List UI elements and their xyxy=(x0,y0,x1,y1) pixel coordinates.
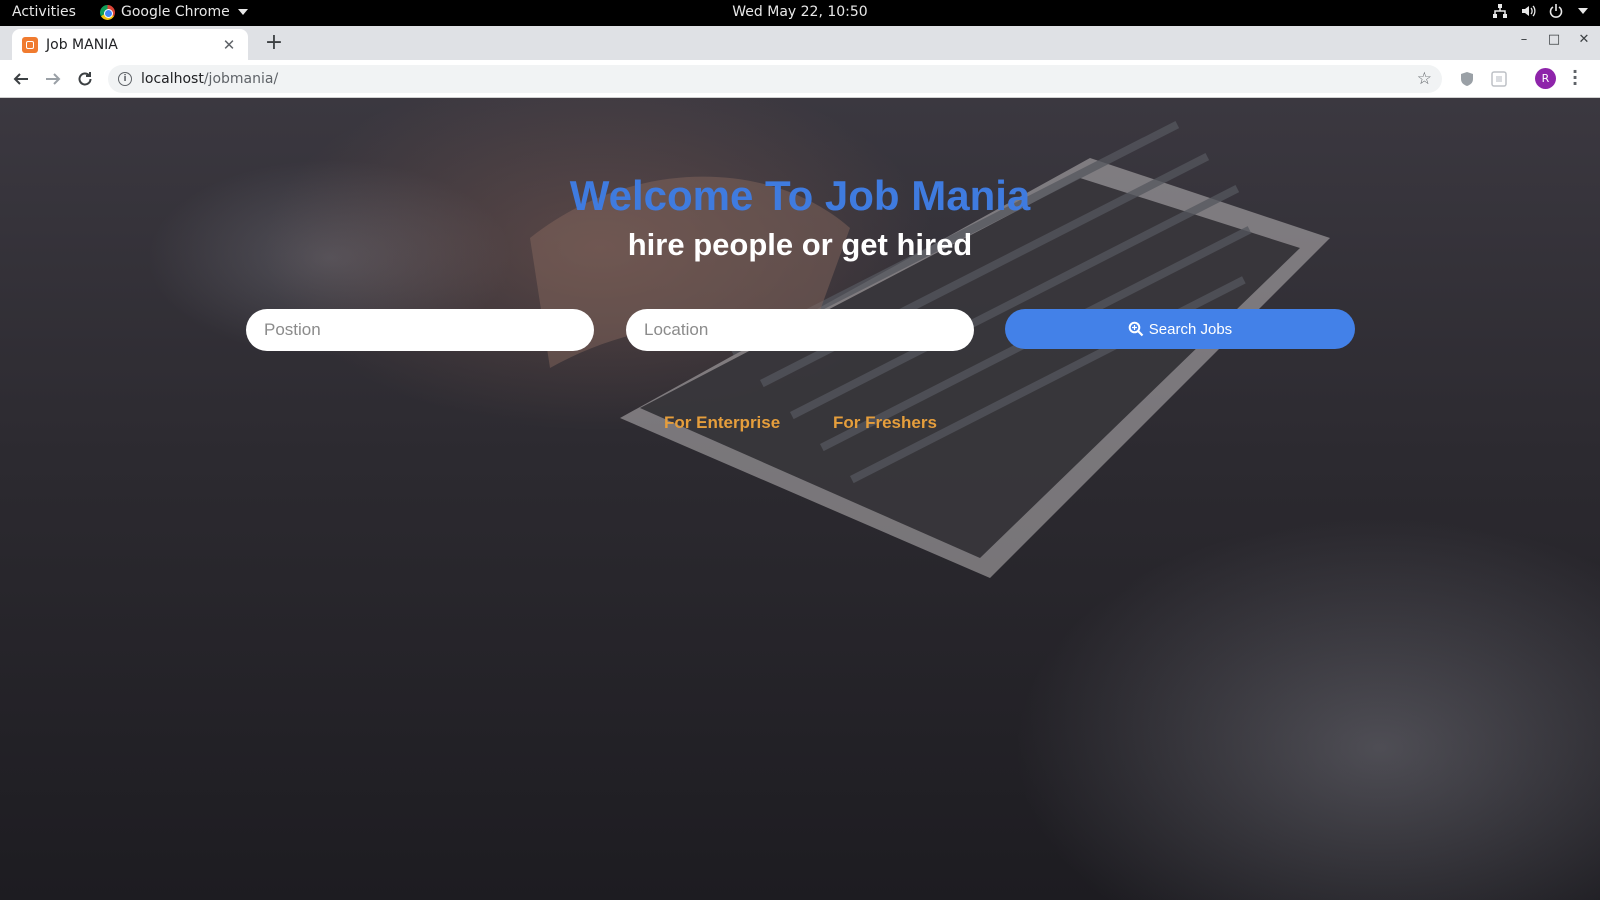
close-window-icon[interactable]: ✕ xyxy=(1576,32,1592,47)
arrow-left-icon xyxy=(13,73,28,85)
browser-toolbar: i localhost/jobmania/ ☆ R · · · xyxy=(0,60,1600,98)
position-input[interactable] xyxy=(246,309,594,351)
for-enterprise-link[interactable]: For Enterprise xyxy=(664,413,780,433)
reload-button[interactable] xyxy=(74,68,96,90)
page-subtitle: hire people or get hired xyxy=(627,227,973,262)
search-jobs-label: Search Jobs xyxy=(1148,320,1233,338)
app-menu[interactable]: Google Chrome xyxy=(100,4,248,20)
power-icon xyxy=(1549,4,1563,18)
tab-strip: Job MANIA ✕ xyxy=(0,26,1600,60)
forward-button[interactable] xyxy=(42,68,64,90)
location-input[interactable] xyxy=(626,309,974,351)
url-host: localhost xyxy=(141,71,204,87)
profile-avatar[interactable]: R xyxy=(1535,68,1556,89)
network-icon xyxy=(1493,4,1507,18)
page-viewport: Welcome To Job Mania hire people or get … xyxy=(0,98,1600,900)
shield-icon[interactable] xyxy=(1458,70,1476,88)
search-jobs-button[interactable]: Search Jobs xyxy=(1005,309,1355,349)
reload-icon xyxy=(78,72,92,86)
chrome-logo-icon xyxy=(100,4,115,20)
extension-icon[interactable] xyxy=(1490,70,1508,88)
activities-button[interactable]: Activities xyxy=(12,4,76,20)
bookmark-star-icon[interactable]: ☆ xyxy=(1417,69,1432,89)
address-bar[interactable]: i localhost/jobmania/ ☆ xyxy=(108,65,1442,93)
chevron-down-icon xyxy=(1578,8,1588,14)
more-menu-icon[interactable]: · · · xyxy=(1572,64,1578,92)
search-icon xyxy=(1128,321,1144,337)
chevron-down-icon xyxy=(237,9,248,15)
new-tab-button[interactable]: + xyxy=(260,30,288,56)
back-button[interactable] xyxy=(10,68,32,90)
url-path: /jobmania/ xyxy=(203,71,279,87)
page-title: Welcome To Job Mania xyxy=(569,172,1031,219)
close-icon[interactable]: ✕ xyxy=(220,36,238,54)
for-freshers-link[interactable]: For Freshers xyxy=(833,413,937,433)
window-controls: – □ ✕ xyxy=(1516,32,1592,47)
tab-title: Job MANIA xyxy=(46,36,118,53)
minimize-icon[interactable]: – xyxy=(1516,32,1532,47)
app-menu-label: Google Chrome xyxy=(121,4,230,20)
info-icon[interactable]: i xyxy=(118,72,132,86)
system-tray[interactable] xyxy=(1492,3,1588,19)
arrow-right-icon xyxy=(46,73,61,85)
favicon-icon xyxy=(22,36,38,53)
tab-job-mania[interactable]: Job MANIA ✕ xyxy=(12,29,248,60)
maximize-icon[interactable]: □ xyxy=(1546,32,1562,47)
volume-icon xyxy=(1522,5,1536,17)
system-top-bar: Activities Google Chrome Wed May 22, 10:… xyxy=(0,0,1600,26)
